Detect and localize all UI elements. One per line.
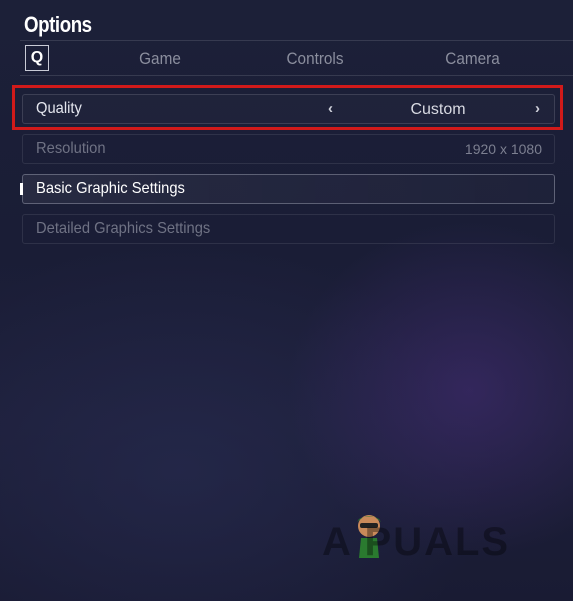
resolution-label: Resolution	[36, 140, 106, 157]
basic-graphic-settings-label: Basic Graphic Settings	[36, 180, 185, 197]
detailed-graphics-settings-row[interactable]: Detailed Graphics Settings	[22, 214, 555, 244]
watermark-text: A PUALS	[322, 520, 511, 564]
resolution-value: 1920 x 1080	[464, 141, 542, 157]
tab-game[interactable]: Game	[124, 49, 196, 69]
resolution-setting-row[interactable]: Resolution 1920 x 1080	[22, 134, 555, 164]
tab-camera[interactable]: Camera	[430, 49, 516, 69]
tab-key-hint[interactable]: Q	[25, 45, 49, 71]
page-title: Options	[24, 12, 92, 37]
tab-controls[interactable]: Controls	[266, 49, 365, 69]
detailed-graphics-settings-label: Detailed Graphics Settings	[36, 220, 211, 237]
basic-graphic-settings-row[interactable]: Basic Graphic Settings	[20, 174, 555, 204]
tab-bar: Q Game Controls Camera	[20, 40, 573, 76]
highlight-box	[12, 85, 563, 130]
